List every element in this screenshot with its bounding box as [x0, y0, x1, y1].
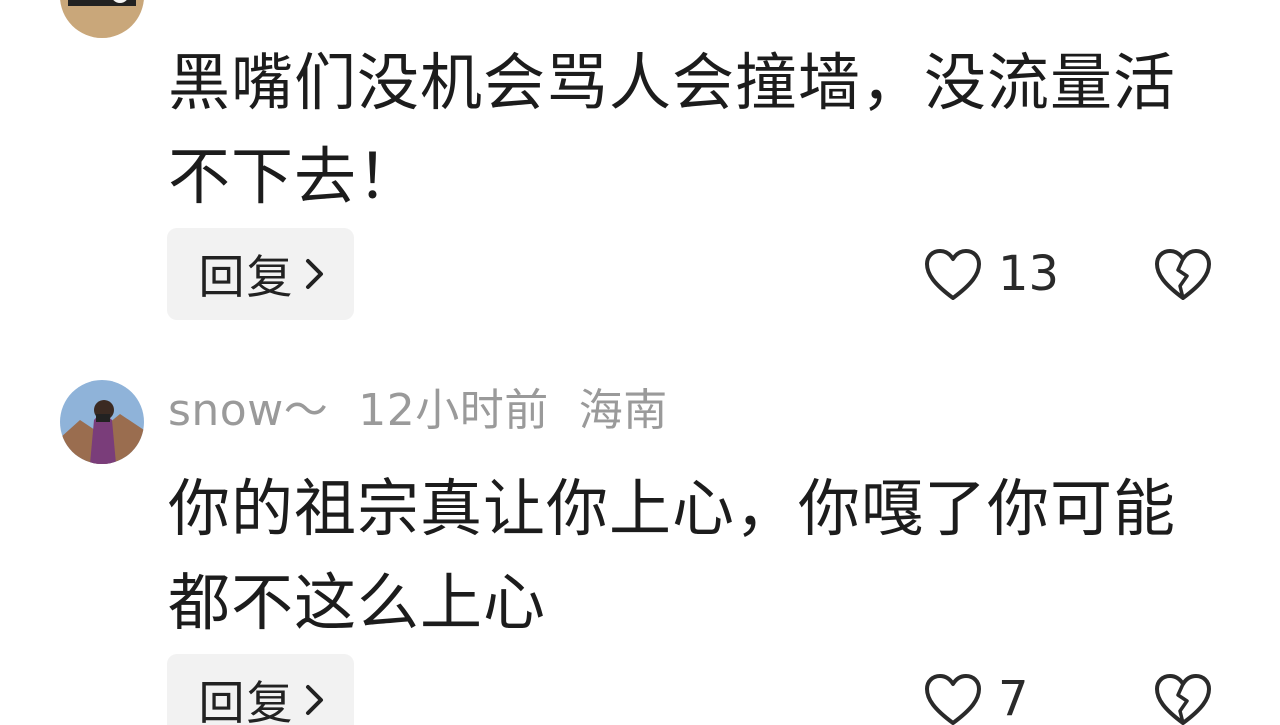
- chevron-right-icon: [305, 259, 323, 289]
- heart-outline-icon[interactable]: [924, 248, 982, 302]
- comment-text: 你的祖宗真让你上心，你嘎了你可能都不这么上心: [168, 472, 1177, 639]
- comment-feed: 黑嘴们没机会骂人会撞墙，没流量活不下去！ 回复 13 snow～ 12小时前 海南 …: [0, 0, 1280, 725]
- broken-heart-icon[interactable]: [1154, 673, 1212, 725]
- reply-label: 回复: [198, 676, 295, 725]
- avatar[interactable]: [60, 380, 144, 464]
- reply-button[interactable]: 回复: [167, 228, 354, 320]
- comment-text: 黑嘴们没机会骂人会撞墙，没流量活不下去！: [168, 46, 1177, 213]
- timestamp: 12小时前: [358, 385, 549, 436]
- avatar[interactable]: [60, 0, 144, 38]
- heart-outline-icon[interactable]: [924, 673, 982, 725]
- like-count: 13: [998, 246, 1060, 302]
- reply-button[interactable]: 回复: [167, 654, 354, 725]
- chevron-right-icon: [305, 685, 323, 715]
- comment-meta: snow～ 12小时前 海南: [168, 381, 698, 441]
- username[interactable]: snow～: [168, 385, 328, 436]
- like-count: 7: [998, 671, 1029, 725]
- location: 海南: [578, 385, 668, 436]
- reply-label: 回复: [198, 250, 295, 304]
- broken-heart-icon[interactable]: [1154, 248, 1212, 302]
